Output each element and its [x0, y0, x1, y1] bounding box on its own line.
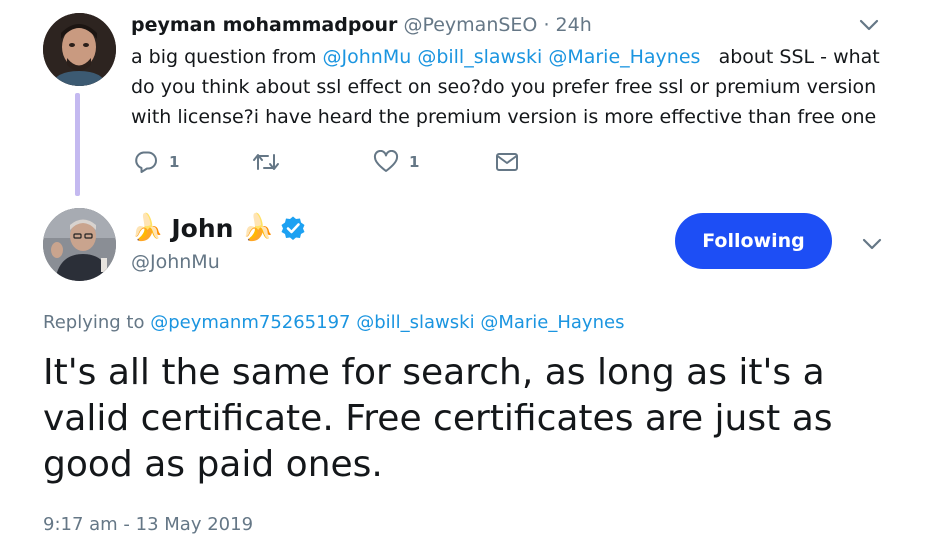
like-button[interactable]: 1: [373, 149, 419, 175]
main-author-name[interactable]: John: [171, 214, 233, 243]
retweet-icon: [253, 154, 279, 170]
envelope-icon: [496, 153, 518, 171]
reply-button[interactable]: 1: [133, 149, 179, 175]
verified-badge-icon: [281, 216, 305, 240]
banana-emoji: 🍌: [241, 213, 274, 243]
retweet-button[interactable]: [251, 149, 291, 175]
mention-link[interactable]: @bill_slawski: [417, 46, 542, 68]
direct-message-button[interactable]: [494, 149, 520, 175]
following-button[interactable]: Following: [675, 213, 832, 269]
replying-mention-link[interactable]: @peymanm75265197: [150, 312, 350, 333]
main-avatar[interactable]: [43, 208, 116, 281]
heart-icon: [373, 150, 399, 172]
parent-avatar[interactable]: [43, 13, 116, 86]
tweet-thread: peyman mohammadpour @PeymanSEO · 24h a b…: [0, 0, 931, 548]
reply-count: 1: [169, 153, 180, 171]
replying-to-label: Replying to: [43, 312, 151, 333]
parent-avatar-image: [43, 13, 116, 86]
parent-header: peyman mohammadpour @PeymanSEO · 24h: [131, 13, 592, 37]
parent-tweet-text: a big question from @JohnMu @bill_slawsk…: [131, 42, 891, 132]
main-tweet-timestamp[interactable]: 9:17 am - 13 May 2019: [43, 512, 253, 538]
parent-timestamp[interactable]: 24h: [556, 14, 592, 36]
chevron-down-icon[interactable]: [858, 17, 880, 33]
main-avatar-image: [43, 208, 116, 281]
main-author-row: 🍌 John 🍌: [131, 208, 306, 248]
replying-to: Replying to @peymanm75265197 @bill_slaws…: [43, 310, 624, 336]
parent-separator: ·: [543, 14, 550, 36]
parent-author-name[interactable]: peyman mohammadpour: [131, 14, 397, 36]
chevron-down-icon[interactable]: [861, 236, 883, 252]
mention-link[interactable]: @JohnMu: [323, 46, 412, 68]
reply-icon: [135, 151, 157, 173]
replying-mention-link[interactable]: @Marie_Haynes: [480, 312, 624, 333]
banana-emoji: 🍌: [131, 213, 164, 243]
mention-link[interactable]: @Marie_Haynes: [548, 46, 700, 68]
main-author-handle[interactable]: @JohnMu: [131, 250, 220, 274]
main-tweet-text: It's all the same for search, as long as…: [43, 352, 833, 485]
parent-author-handle[interactable]: @PeymanSEO: [403, 14, 537, 36]
thread-connector-line: [75, 93, 80, 196]
like-count: 1: [409, 153, 420, 171]
replying-mention-link[interactable]: @bill_slawski: [356, 312, 474, 333]
parent-text-intro: a big question from: [131, 46, 323, 68]
